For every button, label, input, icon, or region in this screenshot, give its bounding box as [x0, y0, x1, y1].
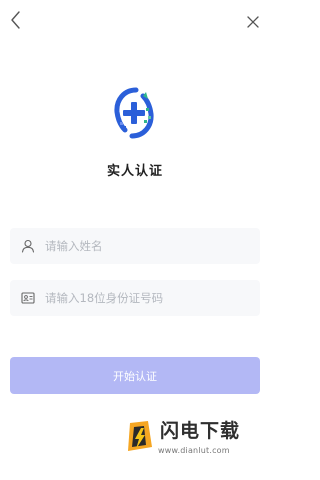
- start-verification-button[interactable]: 开始认证: [10, 357, 260, 394]
- back-button[interactable]: [4, 8, 28, 32]
- id-number-field[interactable]: [10, 280, 260, 316]
- top-bar: [0, 0, 270, 44]
- user-icon: [21, 239, 35, 253]
- page-title: 实人认证: [106, 164, 163, 179]
- id-card-icon: [21, 292, 35, 304]
- name-field[interactable]: [10, 228, 260, 264]
- watermark-url: www.dianlut.com: [158, 446, 230, 455]
- watermark: 闪电下载 www.dianlut.com: [124, 419, 260, 461]
- app-logo: [112, 86, 156, 140]
- watermark-brand: 闪电下载: [160, 420, 241, 442]
- name-input[interactable]: [45, 228, 260, 264]
- shield-plus-logo-icon: [114, 87, 154, 139]
- lightning-download-logo-icon: [128, 421, 152, 451]
- close-button[interactable]: [242, 11, 264, 33]
- chevron-left-icon: [11, 11, 20, 29]
- close-icon: [247, 16, 259, 28]
- id-number-input[interactable]: [45, 280, 260, 316]
